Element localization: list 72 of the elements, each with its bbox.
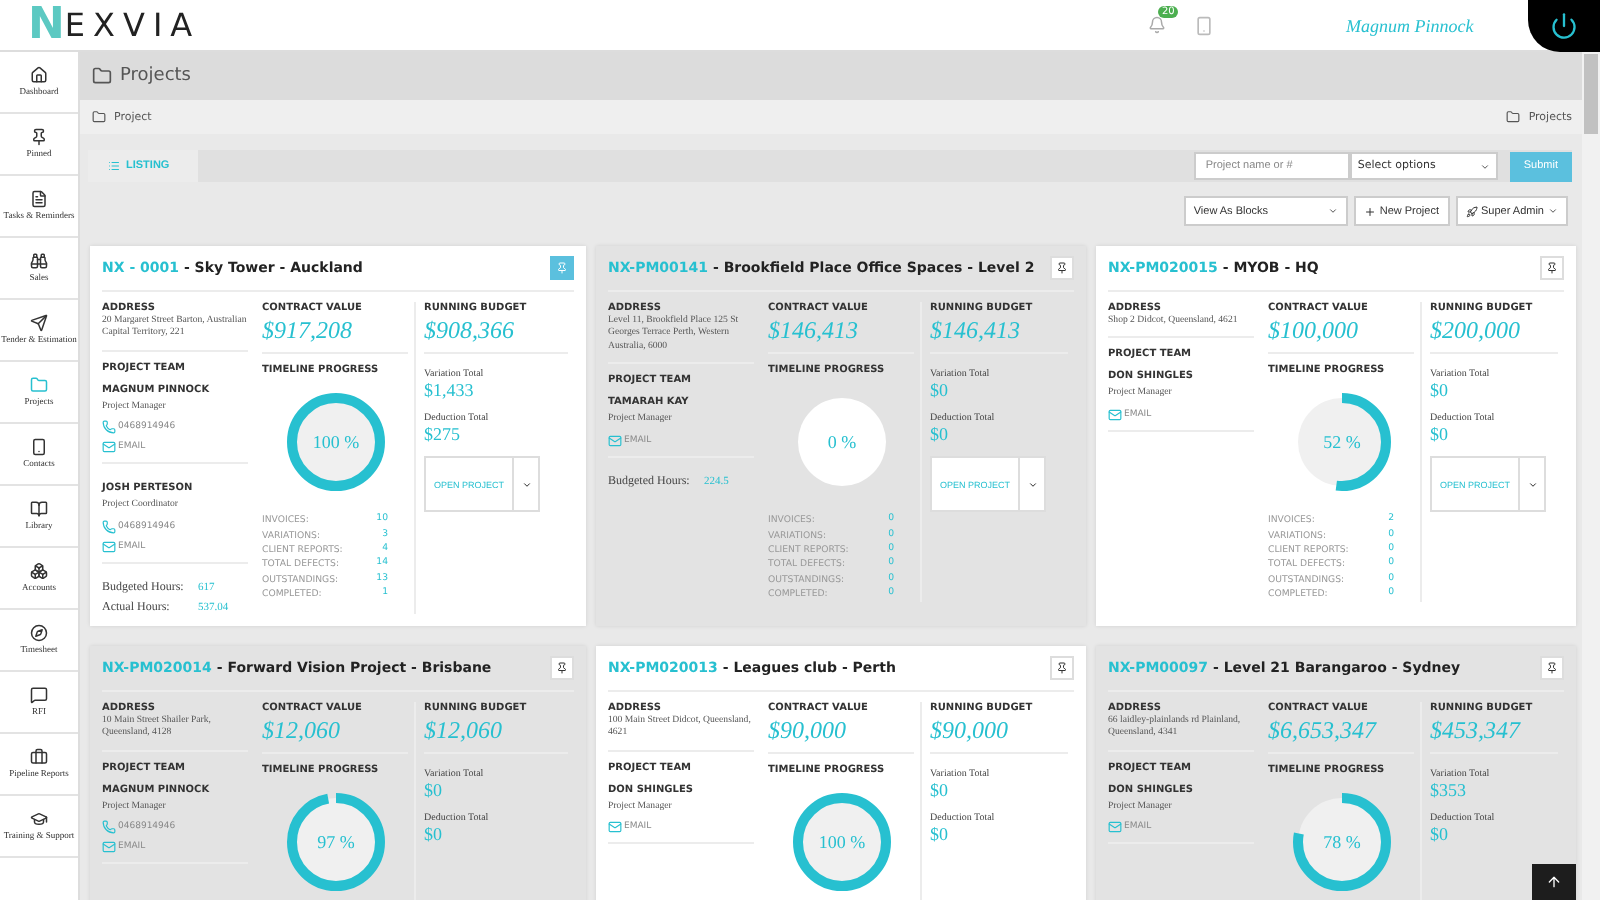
- variation-value: $353: [1430, 780, 1468, 801]
- mail-icon: [1108, 407, 1122, 422]
- folder-icon: [92, 110, 106, 124]
- mail-icon: [608, 433, 622, 448]
- deduction-value: $0: [1430, 824, 1450, 845]
- pin-icon: [1546, 661, 1558, 674]
- phone-icon: [102, 820, 116, 835]
- pin-icon: [556, 262, 568, 274]
- scrollbar[interactable]: [1582, 52, 1600, 900]
- progress-percent: 0 %: [826, 432, 856, 453]
- logo: N EXVIA: [26, 3, 203, 47]
- caret-icon: [1548, 206, 1558, 216]
- page-title: Projects: [120, 66, 191, 86]
- pin-icon: [1056, 661, 1068, 674]
- list-icon: [108, 160, 120, 172]
- power-icon: [1550, 12, 1578, 40]
- variation-value: $0: [1430, 380, 1450, 401]
- running-budget-value: $453,347: [1430, 715, 1523, 745]
- pin-icon: [1546, 262, 1558, 274]
- variation-value: $0: [930, 380, 950, 401]
- contract-value: $6,653,347: [1268, 715, 1379, 745]
- contract-value: $90,000: [768, 715, 848, 745]
- progress-percent: 78 %: [1322, 832, 1360, 853]
- bell-icon[interactable]: [1148, 16, 1166, 34]
- mail-icon: [102, 440, 116, 455]
- mail-icon: [1108, 820, 1122, 835]
- caret-icon: [1527, 479, 1537, 490]
- power-button[interactable]: [1528, 0, 1600, 52]
- deduction-value: $275: [424, 424, 462, 445]
- mail-icon: [608, 820, 622, 835]
- arrow-up-icon: [1546, 874, 1562, 890]
- caret-icon: [521, 479, 531, 490]
- plus-icon: [1363, 205, 1376, 217]
- progress-percent: 52 %: [1322, 432, 1360, 453]
- variation-value: $1,433: [424, 380, 476, 401]
- pin-icon: [556, 661, 568, 674]
- running-budget-value: $12,060: [424, 715, 504, 745]
- phone-icon: [102, 519, 116, 534]
- variation-value: $0: [930, 780, 950, 801]
- caret-icon: [1327, 206, 1338, 216]
- running-budget-value: $90,000: [930, 715, 1010, 745]
- progress-percent: 100 %: [817, 832, 865, 853]
- contract-value: $100,000: [1268, 316, 1360, 345]
- folder-icon: [1506, 110, 1521, 124]
- phone-icon: [102, 420, 116, 435]
- progress-track: [797, 398, 885, 487]
- deduction-value: $0: [930, 824, 950, 845]
- deduction-value: $0: [930, 424, 950, 445]
- running-budget-value: $146,413: [930, 316, 1022, 345]
- progress-percent: 97 %: [316, 832, 354, 853]
- deduction-value: $0: [424, 824, 444, 845]
- caret-icon: [1479, 161, 1490, 171]
- contract-value: $12,060: [262, 715, 342, 745]
- mail-icon: [102, 539, 116, 554]
- rocket-icon: [1465, 205, 1477, 217]
- folder-icon: [92, 66, 112, 86]
- pin-button[interactable]: [1050, 655, 1074, 680]
- running-budget-value: $200,000: [1430, 316, 1522, 345]
- variation-value: $0: [424, 780, 444, 801]
- pin-button[interactable]: [1540, 655, 1564, 680]
- pin-button[interactable]: [1050, 256, 1074, 280]
- scroll-top-button[interactable]: [1532, 864, 1576, 900]
- deduction-value: $0: [1430, 424, 1450, 445]
- contract-value: $146,413: [768, 316, 860, 345]
- caret-icon: [1027, 479, 1037, 490]
- pin-button[interactable]: [1540, 256, 1564, 280]
- progress-percent: 100 %: [311, 432, 359, 453]
- contract-value: $917,208: [262, 316, 354, 345]
- pin-button[interactable]: [550, 655, 574, 680]
- mail-icon: [102, 840, 116, 855]
- pin-icon: [1056, 262, 1068, 274]
- running-budget-value: $908,366: [424, 316, 516, 345]
